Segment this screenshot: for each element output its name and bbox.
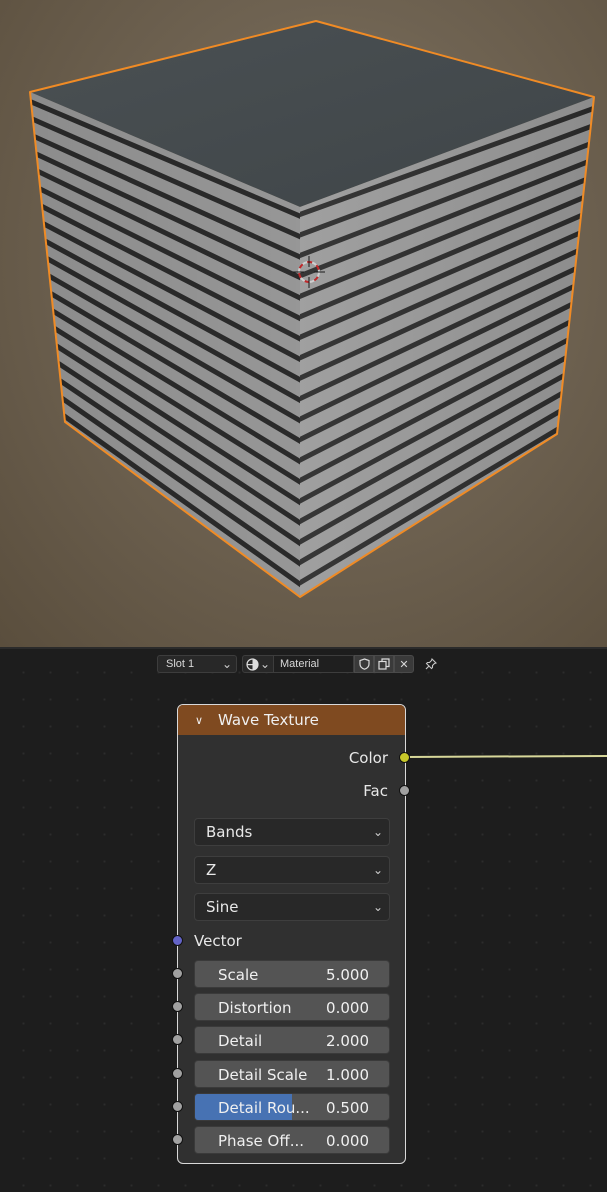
scale-input-socket[interactable] <box>172 968 183 979</box>
field-value: 0.500 <box>326 1099 369 1117</box>
profile-value: Sine <box>206 898 239 916</box>
detail-scale-field[interactable]: Detail Scale 1.000 <box>194 1060 390 1088</box>
output-label-fac: Fac <box>363 782 388 800</box>
direction-dropdown[interactable]: Z ⌄ <box>194 856 390 884</box>
detail-roughness-slider[interactable]: Detail Rou... 0.500 <box>194 1093 390 1121</box>
field-label: Detail Rou... <box>218 1099 310 1117</box>
vector-input-socket[interactable] <box>172 935 183 946</box>
distortion-input-socket[interactable] <box>172 1001 183 1012</box>
field-value: 0.000 <box>326 1132 369 1150</box>
input-label-vector: Vector <box>194 932 242 950</box>
node-title: Wave Texture <box>218 711 319 729</box>
distortion-field[interactable]: Distortion 0.000 <box>194 993 390 1021</box>
detail-scale-input-socket[interactable] <box>172 1068 183 1079</box>
field-label: Detail <box>218 1032 263 1050</box>
wave-type-value: Bands <box>206 823 253 841</box>
field-value: 0.000 <box>326 999 369 1017</box>
cube-object[interactable] <box>0 0 607 647</box>
detail-roughness-input-socket[interactable] <box>172 1101 183 1112</box>
field-label: Distortion <box>218 999 292 1017</box>
chevron-down-icon: ⌄ <box>372 900 383 914</box>
field-value: 2.000 <box>326 1032 369 1050</box>
scale-field[interactable]: Scale 5.000 <box>194 960 390 988</box>
field-label: Phase Off... <box>218 1132 305 1150</box>
field-value: 1.000 <box>326 1066 369 1084</box>
direction-value: Z <box>206 861 217 879</box>
profile-dropdown[interactable]: Sine ⌄ <box>194 893 390 921</box>
node-header[interactable]: ∨ Wave Texture <box>178 705 405 735</box>
chevron-down-icon[interactable]: ∨ <box>195 714 209 727</box>
field-value: 5.000 <box>326 966 369 984</box>
wave-texture-node[interactable]: ∨ Wave Texture Color Fac Bands ⌄ Z ⌄ Sin… <box>177 704 406 1164</box>
detail-field[interactable]: Detail 2.000 <box>194 1026 390 1054</box>
shader-node-editor[interactable]: Slot 1 ⌄ ⌄ Material ✕ ∨ Wave Texture Col… <box>0 649 607 1192</box>
chevron-down-icon: ⌄ <box>372 863 383 877</box>
output-label-color: Color <box>348 749 388 767</box>
field-label: Scale <box>218 966 259 984</box>
color-output-socket[interactable] <box>399 752 410 763</box>
3d-viewport[interactable] <box>0 0 607 647</box>
fac-output-socket[interactable] <box>399 785 410 796</box>
phase-offset-input-socket[interactable] <box>172 1134 183 1145</box>
phase-offset-field[interactable]: Phase Off... 0.000 <box>194 1126 390 1154</box>
wave-type-dropdown[interactable]: Bands ⌄ <box>194 818 390 846</box>
detail-input-socket[interactable] <box>172 1034 183 1045</box>
chevron-down-icon: ⌄ <box>372 825 383 839</box>
field-label: Detail Scale <box>218 1066 308 1084</box>
